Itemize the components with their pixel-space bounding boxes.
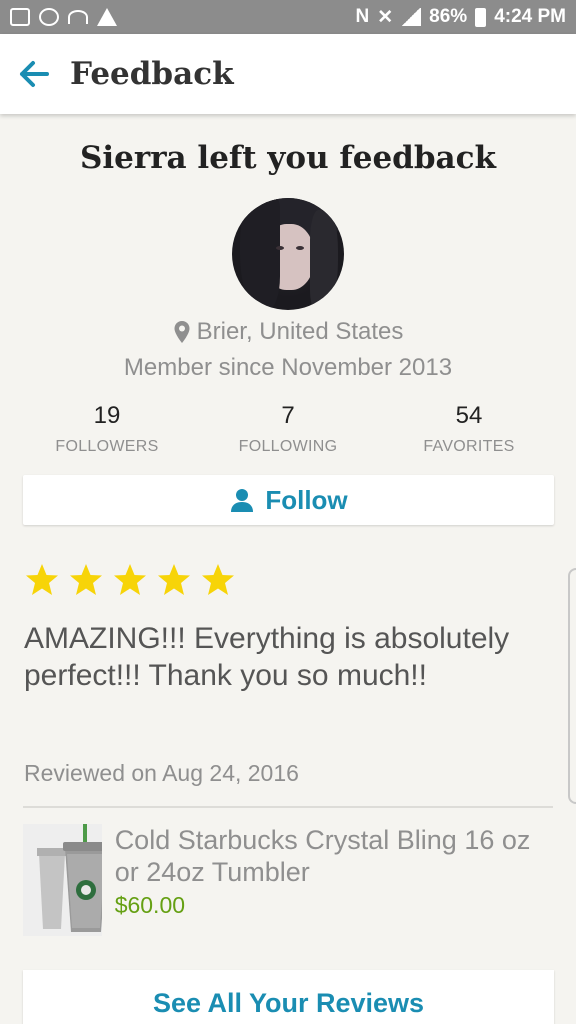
product-item[interactable]: Cold Starbucks Crystal Bling 16 oz or 24… — [23, 824, 553, 936]
stat-value: 19 — [93, 402, 121, 429]
see-all-label: See All Your Reviews — [152, 988, 425, 1018]
star-icon — [70, 564, 102, 595]
follow-label: Follow — [265, 484, 348, 515]
back-button[interactable] — [14, 54, 54, 94]
star-icon — [26, 564, 58, 595]
sync-icon — [39, 8, 59, 26]
stat-label: FOLLOWING — [238, 438, 338, 455]
person-icon — [231, 489, 254, 512]
stat-label: FOLLOWERS — [55, 438, 159, 455]
review-date: Reviewed on Aug 24, 2016 — [24, 760, 299, 786]
star-icon — [158, 564, 190, 595]
product-title[interactable]: Cold Starbucks Crystal Bling 16 oz or 24… — [115, 824, 553, 888]
arrow-left-icon — [20, 61, 49, 87]
signal-icon — [401, 8, 422, 26]
star-icon — [114, 564, 146, 595]
stat-favorites[interactable]: 54 FAVORITES — [379, 402, 559, 456]
location: Brier, United States — [0, 318, 576, 346]
page-title: Feedback — [70, 56, 234, 92]
scroll-indicator — [568, 568, 576, 804]
location-text: Brier, United States — [196, 318, 404, 345]
review-text: AMAZING!!! Everything is absolutely perf… — [24, 622, 510, 692]
warning-icon — [97, 8, 117, 26]
status-bar: N ✕ 86% 4:24 PM — [0, 0, 576, 34]
avatar[interactable] — [232, 198, 344, 310]
wifi-icon — [68, 10, 88, 24]
feedback-heading: Sierra left you feedback — [80, 140, 496, 176]
follow-button[interactable]: Follow — [23, 475, 554, 525]
stat-following[interactable]: 7 FOLLOWING — [198, 402, 378, 456]
see-all-reviews-button[interactable]: See All Your Reviews — [23, 970, 554, 1024]
app-bar: Feedback — [0, 34, 576, 114]
product-price: $60.00 — [114, 892, 186, 918]
clock: 4:24 PM — [494, 6, 566, 27]
nfc-icon: N — [355, 6, 370, 27]
map-pin-icon — [174, 321, 190, 343]
profile-stats: 19 FOLLOWERS 7 FOLLOWING 54 FAVORITES — [17, 402, 559, 456]
mute-icon: ✕ — [377, 6, 394, 28]
rating-stars — [24, 562, 236, 598]
star-icon — [202, 564, 234, 595]
image-icon — [10, 8, 30, 26]
divider — [23, 806, 553, 808]
battery-percent: 86% — [429, 6, 468, 27]
battery-icon — [475, 7, 487, 27]
stat-value: 7 — [281, 402, 295, 429]
product-image[interactable] — [23, 824, 102, 936]
tumbler-image — [23, 824, 102, 936]
member-since: Member since November 2013 — [123, 354, 453, 381]
stat-value: 54 — [455, 402, 483, 429]
stat-followers[interactable]: 19 FOLLOWERS — [17, 402, 197, 456]
stat-label: FAVORITES — [423, 438, 515, 455]
